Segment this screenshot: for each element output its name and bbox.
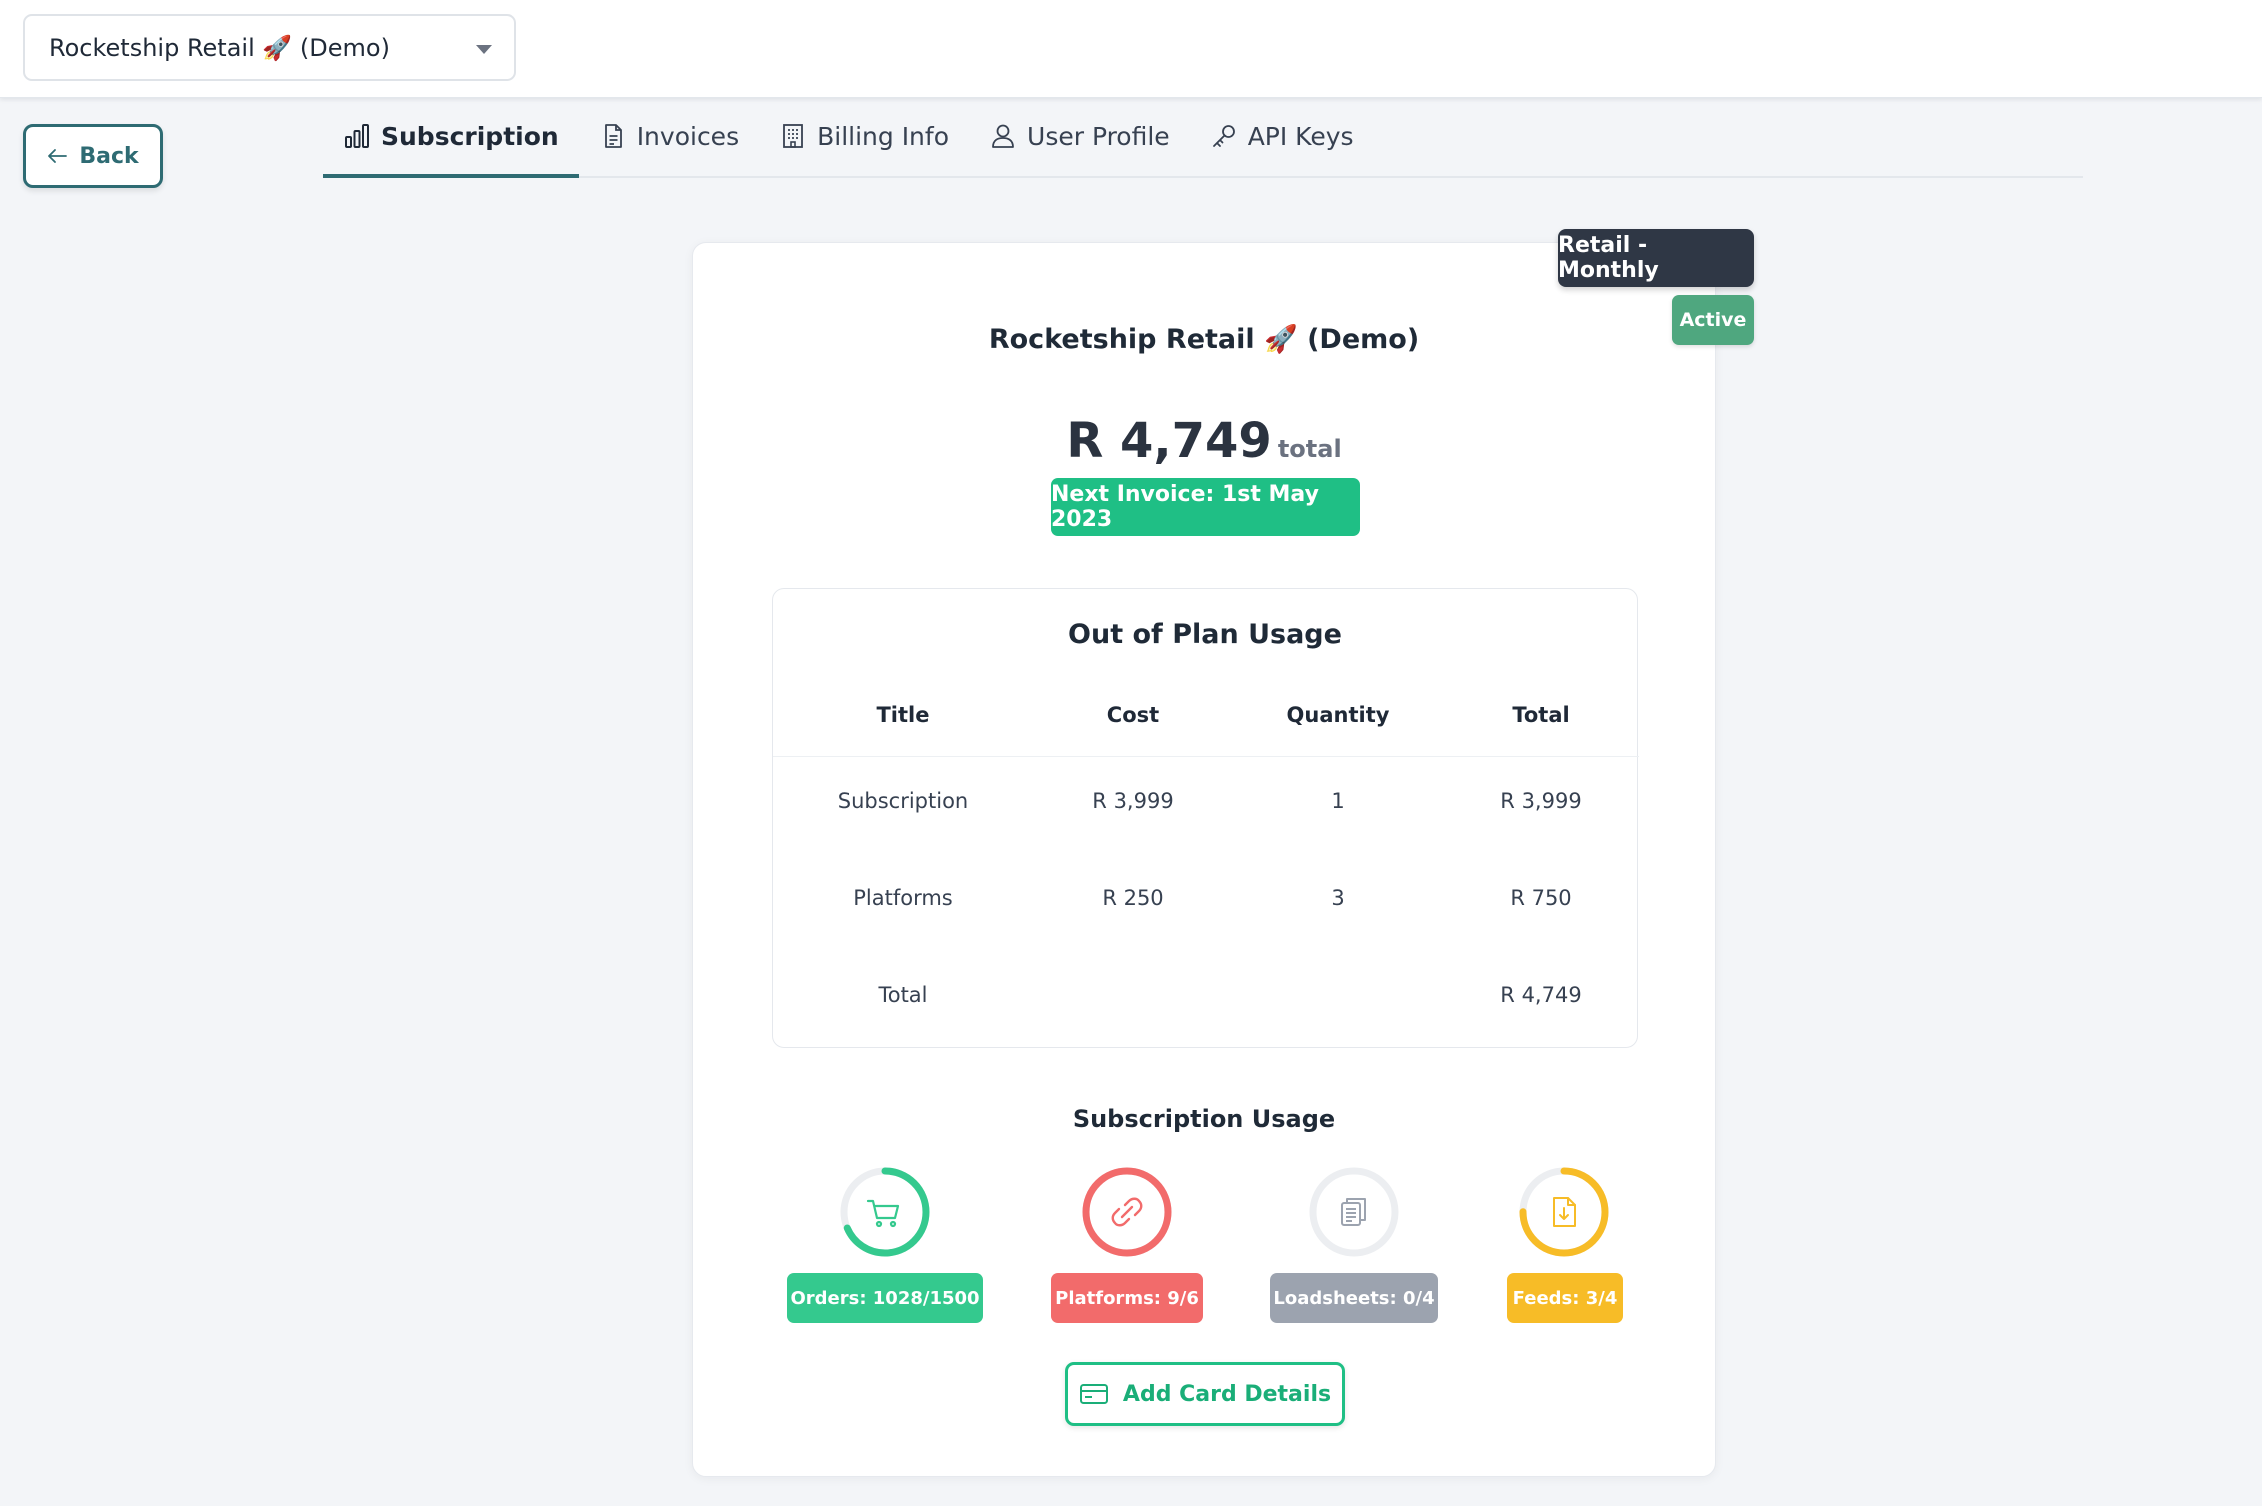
table-cell xyxy=(1033,979,1233,1007)
table-cell: R 4,749 xyxy=(1500,983,1582,1007)
clipboard-icon xyxy=(1341,1198,1366,1226)
organization-select-value: Rocketship Retail 🚀 (Demo) xyxy=(49,33,390,62)
tab-billing-info-label: Billing Info xyxy=(817,122,950,151)
add-card-details-label: Add Card Details xyxy=(1122,1381,1332,1407)
table-cell: Total xyxy=(878,983,928,1007)
organization-select[interactable]: Rocketship Retail 🚀 (Demo) xyxy=(23,14,516,81)
table-cell: 3 xyxy=(1331,886,1345,910)
back-button[interactable]: Back xyxy=(23,124,163,188)
table-cell: R 750 xyxy=(1510,886,1572,910)
status-badge: Active xyxy=(1672,295,1754,345)
subscription-total: R 4,749 total xyxy=(693,413,1715,469)
document-icon xyxy=(604,124,622,148)
file-download-icon xyxy=(1553,1197,1576,1227)
tab-user-profile-label: User Profile xyxy=(1027,122,1170,151)
subscription-card: Rocketship Retail 🚀 (Demo) R 4,749 total … xyxy=(692,242,1716,1477)
table-row: Platforms R 250 3 R 750 xyxy=(773,882,1639,910)
table-cell: Platforms xyxy=(853,886,953,910)
arrow-left-icon xyxy=(48,149,68,163)
tab-user-profile[interactable]: User Profile xyxy=(969,110,1190,178)
table-header: Title Cost Quantity Total xyxy=(773,699,1639,757)
key-icon xyxy=(1212,125,1235,147)
orders-usage-badge: Orders: 1028/1500 xyxy=(787,1273,983,1323)
column-header-quantity: Quantity xyxy=(1286,703,1390,727)
table-cell: R 3,999 xyxy=(1500,789,1582,813)
user-icon xyxy=(992,124,1014,148)
table-cell: Subscription xyxy=(837,789,969,813)
feeds-usage-badge: Feeds: 3/4 xyxy=(1507,1273,1623,1323)
tab-subscription-label: Subscription xyxy=(381,122,559,151)
tab-invoices-label: Invoices xyxy=(636,122,740,151)
platforms-usage-ring xyxy=(1082,1167,1172,1257)
feeds-usage-ring xyxy=(1519,1167,1609,1257)
out-of-plan-usage-panel: Out of Plan Usage Title Cost Quantity To… xyxy=(772,588,1639,1048)
total-amount: R 4,749 xyxy=(1066,413,1272,469)
table-row: Subscription R 3,999 1 R 3,999 xyxy=(773,785,1639,813)
tab-subscription[interactable]: Subscription xyxy=(323,110,579,178)
column-header-cost: Cost xyxy=(1106,703,1160,727)
plan-badge: Retail - Monthly xyxy=(1558,229,1754,287)
subscription-title: Rocketship Retail 🚀 (Demo) xyxy=(988,324,1420,355)
building-icon xyxy=(783,124,803,148)
table-cell: 1 xyxy=(1331,789,1345,813)
loadsheets-usage-ring xyxy=(1309,1167,1399,1257)
platforms-usage-badge: Platforms: 9/6 xyxy=(1051,1273,1203,1323)
table-cell xyxy=(1233,979,1443,1007)
orders-usage-ring xyxy=(840,1167,930,1257)
link-icon xyxy=(1111,1197,1143,1227)
total-label: total xyxy=(1277,435,1342,463)
column-header-title: Title xyxy=(876,703,930,727)
bar-chart-icon xyxy=(345,124,369,148)
add-card-details-button[interactable]: Add Card Details xyxy=(1065,1362,1345,1426)
settings-tabs: Subscription Invoices Billing Info User … xyxy=(323,110,2083,178)
out-of-plan-usage-title: Out of Plan Usage xyxy=(1068,619,1342,650)
column-header-total: Total xyxy=(1512,703,1570,727)
credit-card-icon xyxy=(1079,1384,1108,1404)
subscription-usage-title: Subscription Usage xyxy=(1072,1105,1336,1133)
tab-billing-info[interactable]: Billing Info xyxy=(759,110,969,178)
cart-icon xyxy=(866,1199,900,1228)
chevron-down-icon xyxy=(476,45,492,54)
table-row: Total R 4,749 xyxy=(773,979,1639,1007)
tab-invoices[interactable]: Invoices xyxy=(579,110,759,178)
loadsheets-usage-badge: Loadsheets: 0/4 xyxy=(1270,1273,1438,1323)
table-cell: R 3,999 xyxy=(1092,789,1174,813)
next-invoice-badge: Next Invoice: 1st May 2023 xyxy=(1051,478,1360,536)
table-cell: R 250 xyxy=(1102,886,1164,910)
back-button-label: Back xyxy=(79,143,139,169)
tab-api-keys[interactable]: API Keys xyxy=(1190,110,1374,178)
top-bar: Rocketship Retail 🚀 (Demo) xyxy=(0,0,2262,98)
tab-api-keys-label: API Keys xyxy=(1247,122,1354,151)
